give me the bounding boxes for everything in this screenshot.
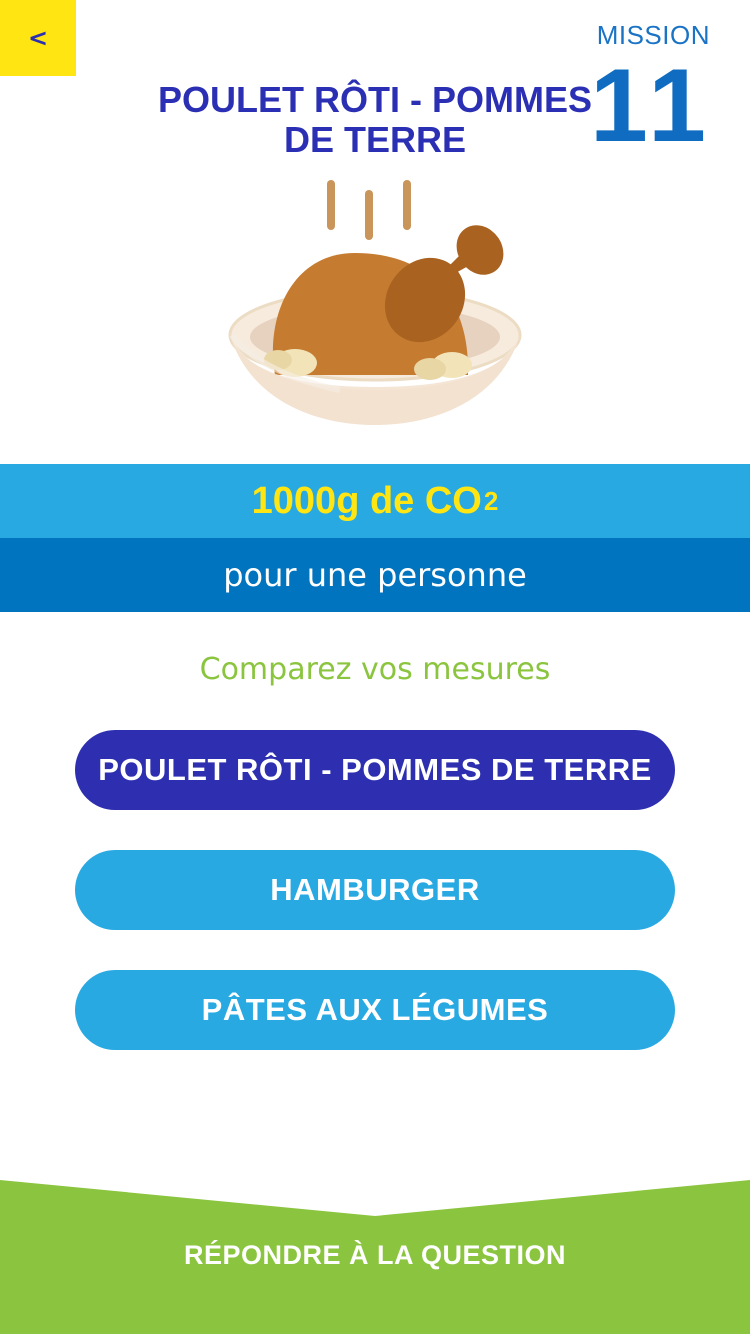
compare-label: Comparez vos mesures [199, 652, 551, 687]
option-hamburger-button[interactable]: HAMBURGER [75, 850, 675, 930]
co2-amount: 1000g de CO [251, 479, 482, 522]
option-pates-legumes-button[interactable]: PÂTES AUX LÉGUMES [75, 970, 675, 1050]
answer-label: RÉPONDRE À LA QUESTION [183, 1240, 567, 1270]
mission-label: MISSION [596, 20, 710, 50]
per-person-banner: pour une personne [0, 538, 750, 612]
mission-number: 11 [590, 48, 712, 164]
page-title: POULET RÔTI - POMMES DE TERRE [157, 79, 592, 160]
co2-amount-banner: 1000g de CO 2 [0, 464, 750, 538]
per-person-label: pour une personne [223, 556, 527, 594]
option-poulet-roti-button[interactable]: POULET RÔTI - POMMES DE TERRE [75, 730, 675, 810]
back-button[interactable]: < [0, 0, 76, 76]
roast-chicken-bowl-icon [220, 175, 530, 435]
co2-subscript: 2 [483, 485, 499, 516]
